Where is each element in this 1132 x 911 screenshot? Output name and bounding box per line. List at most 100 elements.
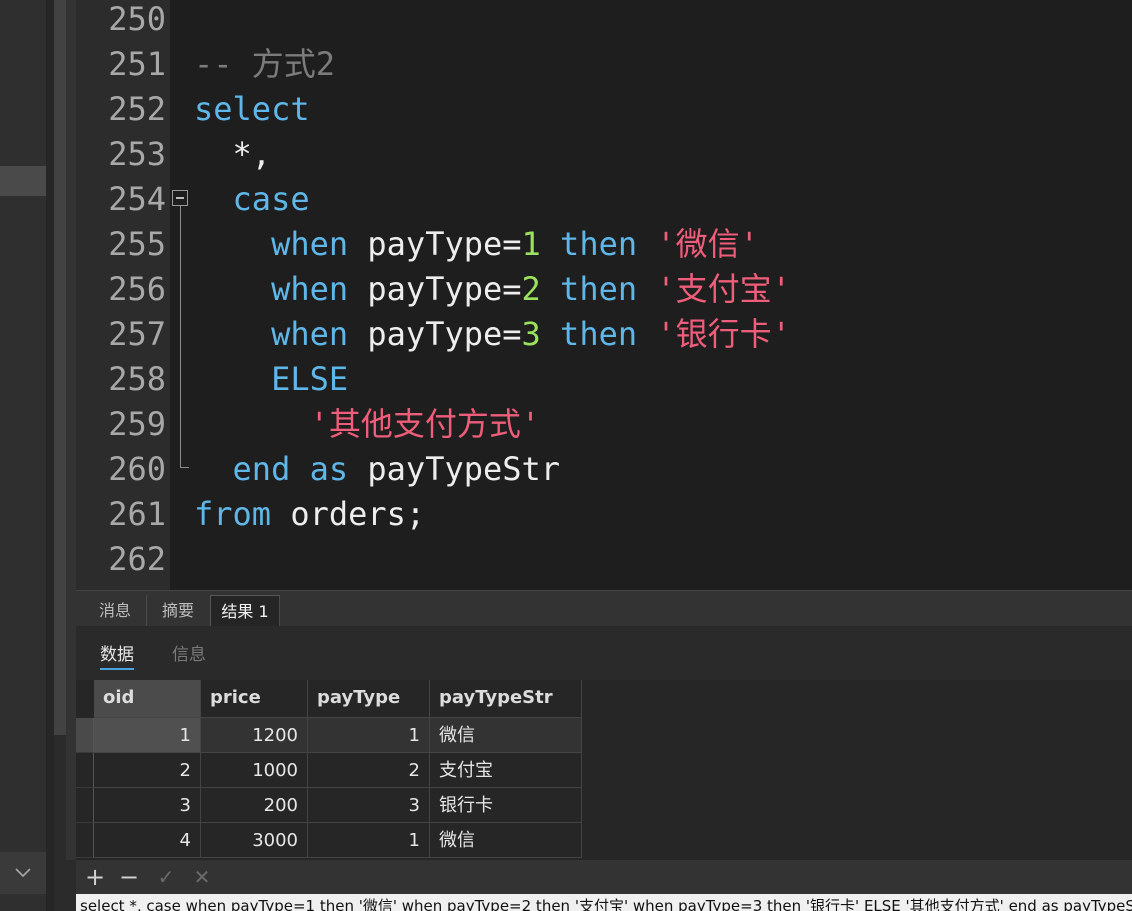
- table-cell[interactable]: 1200: [201, 718, 308, 753]
- table-cell[interactable]: 2: [308, 753, 430, 788]
- table-row[interactable]: 2 1000 2 支付宝: [76, 753, 582, 788]
- code-token: 1: [521, 225, 541, 263]
- table-row[interactable]: 4 3000 1 微信: [76, 823, 582, 858]
- result-sub-tabs: 数据 信息: [76, 626, 1132, 680]
- code-line[interactable]: 262: [76, 537, 1132, 582]
- code-token: then: [560, 315, 638, 353]
- vertical-scrollbar-thumb[interactable]: [54, 0, 66, 735]
- tab-result-1[interactable]: 结果 1: [210, 595, 280, 628]
- table-cell[interactable]: 3: [94, 788, 201, 823]
- table-cell[interactable]: 1: [308, 718, 430, 753]
- table-row[interactable]: 3 200 3 银行卡: [76, 788, 582, 823]
- code-token: select: [194, 90, 310, 128]
- fold-collapse-icon[interactable]: [172, 190, 188, 206]
- table-cell[interactable]: 3: [308, 788, 430, 823]
- subtab-info[interactable]: 信息: [172, 642, 206, 668]
- status-bar: select *, case when payType=1 then '微信' …: [76, 894, 1132, 911]
- sidebar-collapse-button[interactable]: [0, 852, 46, 894]
- code-token: payType=: [348, 225, 522, 263]
- code-token: '支付宝': [656, 270, 791, 308]
- row-indicator[interactable]: [76, 823, 94, 858]
- object-sidebar: [0, 0, 46, 911]
- code-text: select: [194, 87, 310, 132]
- add-row-button[interactable]: +: [82, 863, 108, 891]
- column-header-price[interactable]: price: [201, 680, 308, 718]
- line-number: 255: [108, 225, 166, 263]
- code-line[interactable]: 254 case: [76, 177, 1132, 222]
- code-line[interactable]: 256 when payType=2 then '支付宝': [76, 267, 1132, 312]
- table-cell[interactable]: 2: [94, 753, 201, 788]
- code-token: payTypeStr: [348, 450, 561, 488]
- table-cell[interactable]: 3000: [201, 823, 308, 858]
- table-row[interactable]: 1 1200 1 微信: [76, 718, 582, 753]
- code-token: as: [309, 450, 349, 488]
- tab-messages[interactable]: 消息: [84, 595, 147, 627]
- code-text: when payType=1 then '微信': [194, 222, 759, 267]
- column-header-oid[interactable]: oid: [94, 680, 201, 718]
- table-cell[interactable]: 银行卡: [430, 788, 582, 823]
- line-number: 256: [108, 270, 166, 308]
- table-cell[interactable]: 支付宝: [430, 753, 582, 788]
- code-line[interactable]: 252 select: [76, 87, 1132, 132]
- delete-row-button[interactable]: −: [116, 863, 142, 891]
- table-cell[interactable]: 1000: [201, 753, 308, 788]
- line-number: 262: [108, 540, 166, 578]
- table-cell[interactable]: 微信: [430, 823, 582, 858]
- code-line[interactable]: 257 when payType=3 then '银行卡': [76, 312, 1132, 357]
- table-cell[interactable]: 微信: [430, 718, 582, 753]
- subtab-data[interactable]: 数据: [100, 642, 134, 670]
- code-token: when: [271, 315, 349, 353]
- grid-toolbar: + − ✓ ✕: [76, 860, 1132, 894]
- code-line[interactable]: 258 ELSE: [76, 357, 1132, 402]
- table-cell[interactable]: 1: [308, 823, 430, 858]
- vertical-scrollbar-track[interactable]: [66, 0, 76, 860]
- row-indicator[interactable]: [76, 718, 94, 753]
- sidebar-selected-item[interactable]: [0, 166, 46, 196]
- tab-summary[interactable]: 摘要: [146, 595, 211, 627]
- line-number: 252: [108, 90, 166, 128]
- code-text: case: [194, 177, 310, 222]
- code-text: when payType=2 then '支付宝': [194, 267, 791, 312]
- code-text: end as payTypeStr: [194, 447, 561, 492]
- code-line[interactable]: 255 when payType=1 then '微信': [76, 222, 1132, 267]
- table-cell[interactable]: 1: [94, 718, 201, 753]
- column-header-paytype[interactable]: payType: [308, 680, 430, 718]
- line-number: 253: [108, 135, 166, 173]
- code-text: ELSE: [194, 357, 348, 402]
- row-indicator[interactable]: [76, 753, 94, 788]
- apply-changes-button[interactable]: ✓: [153, 863, 179, 891]
- line-number: 260: [108, 450, 166, 488]
- discard-changes-button[interactable]: ✕: [189, 863, 215, 891]
- code-line[interactable]: 261 from orders;: [76, 492, 1132, 537]
- code-token: case: [232, 180, 310, 218]
- code-text: -- 方式2: [194, 42, 335, 87]
- column-header-paytypestr[interactable]: payTypeStr: [430, 680, 582, 718]
- code-line[interactable]: 251 -- 方式2: [76, 42, 1132, 87]
- code-token: when: [271, 270, 349, 308]
- code-token: orders;: [271, 495, 426, 533]
- row-indicator[interactable]: [76, 788, 94, 823]
- table-cell[interactable]: 4: [94, 823, 201, 858]
- code-token: end: [232, 450, 291, 488]
- line-number: 250: [108, 0, 166, 38]
- code-line[interactable]: 260 end as payTypeStr: [76, 447, 1132, 492]
- code-token: then: [560, 225, 638, 263]
- code-token: '其他支付方式': [309, 405, 541, 443]
- sql-editor[interactable]: 250 251 -- 方式2 252 select 253 *, 254 case 255 w…: [76, 0, 1132, 590]
- split-gutter[interactable]: [46, 0, 54, 911]
- table-cell[interactable]: 200: [201, 788, 308, 823]
- code-line[interactable]: 259 '其他支付方式': [76, 402, 1132, 447]
- code-line[interactable]: 253 *,: [76, 132, 1132, 177]
- code-text: from orders;: [194, 492, 425, 537]
- grid-header-row: oid price payType payTypeStr: [94, 680, 582, 718]
- status-query-text: select *, case when payType=1 then '微信' …: [80, 897, 1132, 911]
- code-line[interactable]: 250: [76, 0, 1132, 42]
- fold-guide: [180, 206, 181, 468]
- code-token: payType=: [348, 315, 522, 353]
